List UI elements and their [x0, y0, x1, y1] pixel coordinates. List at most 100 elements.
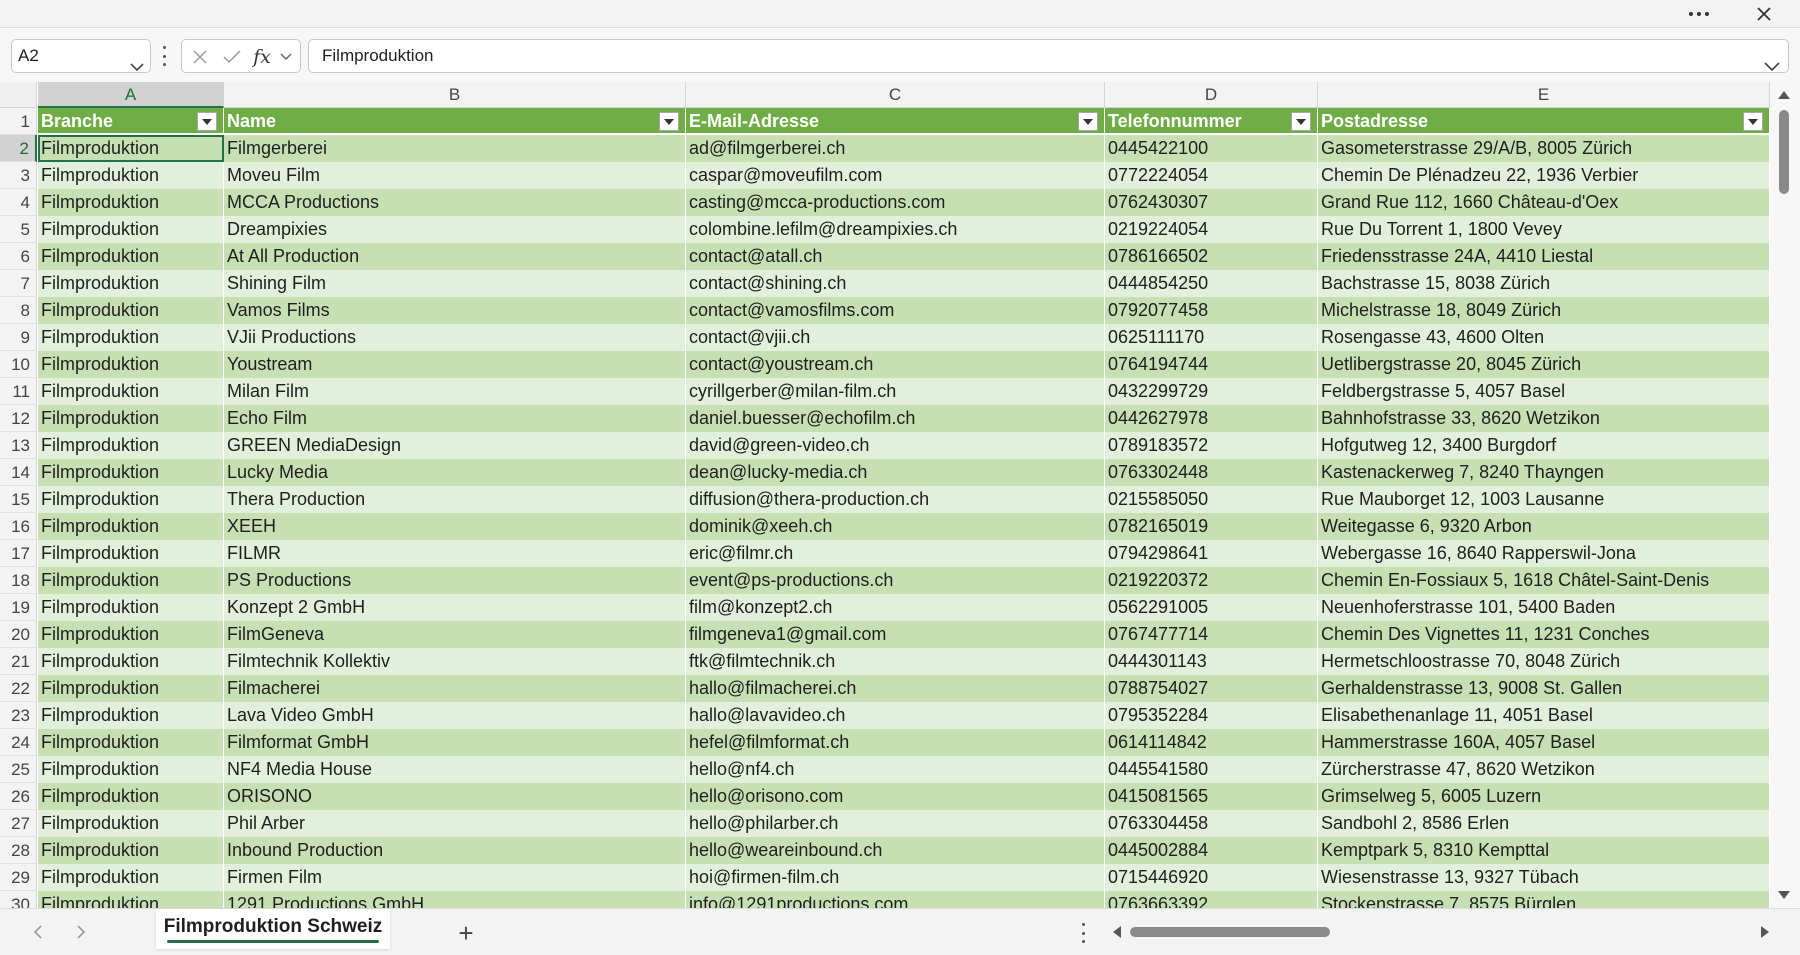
table-cell[interactable]: event@ps-productions.ch [686, 567, 1105, 594]
table-cell[interactable]: 1291 Productions GmbH [224, 891, 686, 908]
table-cell[interactable]: Filmproduktion [38, 702, 224, 729]
table-cell[interactable]: david@green-video.ch [686, 432, 1105, 459]
table-cell[interactable]: Filmproduktion [38, 432, 224, 459]
table-cell[interactable]: 0763302448 [1105, 459, 1318, 486]
table-cell[interactable]: Wiesenstrasse 13, 9327 Tübach [1318, 864, 1770, 891]
table-cell[interactable]: Kastenackerweg 7, 8240 Thayngen [1318, 459, 1770, 486]
worksheet-grid[interactable]: A B C D E 1 Branche Name E-Mail-Adresse Telefonnu… [0, 82, 1770, 908]
chevron-down-icon[interactable] [274, 46, 298, 68]
table-cell[interactable]: Filmgerberei [224, 135, 686, 162]
row-header[interactable]: 4 [0, 189, 37, 216]
column-header-a[interactable]: A [38, 82, 224, 108]
table-cell[interactable]: hello@weareinbound.ch [686, 837, 1105, 864]
row-header[interactable]: 1 [0, 108, 37, 135]
table-cell[interactable]: diffusion@thera-production.ch [686, 486, 1105, 513]
table-cell[interactable]: Neuenhoferstrasse 101, 5400 Baden [1318, 594, 1770, 621]
table-cell[interactable]: Filmproduktion [38, 810, 224, 837]
table-cell[interactable]: 0445541580 [1105, 756, 1318, 783]
table-cell[interactable]: Filmproduktion [38, 756, 224, 783]
table-cell[interactable]: 0219224054 [1105, 216, 1318, 243]
table-cell[interactable]: Grand Rue 112, 1660 Château-d'Oex [1318, 189, 1770, 216]
table-cell[interactable]: contact@vjii.ch [686, 324, 1105, 351]
scroll-left-icon[interactable] [1110, 925, 1124, 939]
row-header[interactable]: 25 [0, 756, 37, 783]
table-cell[interactable]: Rosengasse 43, 4600 Olten [1318, 324, 1770, 351]
table-header-cell[interactable]: Postadresse [1318, 108, 1770, 135]
table-cell[interactable]: Filmproduktion [38, 648, 224, 675]
table-cell[interactable]: Filmproduktion [38, 513, 224, 540]
table-cell[interactable]: dominik@xeeh.ch [686, 513, 1105, 540]
row-header[interactable]: 16 [0, 513, 37, 540]
table-cell[interactable]: 0788754027 [1105, 675, 1318, 702]
table-cell[interactable]: 0792077458 [1105, 297, 1318, 324]
more-vertical-icon[interactable] [160, 46, 168, 66]
table-cell[interactable]: XEEH [224, 513, 686, 540]
table-cell[interactable]: Youstream [224, 351, 686, 378]
table-cell[interactable]: Filmproduktion [38, 162, 224, 189]
table-cell[interactable]: 0763304458 [1105, 810, 1318, 837]
table-cell[interactable]: caspar@moveufilm.com [686, 162, 1105, 189]
table-cell[interactable]: info@1291productions.com [686, 891, 1105, 908]
row-header[interactable]: 10 [0, 351, 37, 378]
active-cell[interactable]: Filmproduktion [38, 135, 224, 162]
row-header[interactable]: 15 [0, 486, 37, 513]
table-cell[interactable]: Filmproduktion [38, 783, 224, 810]
table-cell[interactable]: hello@orisono.com [686, 783, 1105, 810]
table-cell[interactable]: contact@youstream.ch [686, 351, 1105, 378]
table-cell[interactable]: Friedensstrasse 24A, 4410 Liestal [1318, 243, 1770, 270]
more-horizontal-icon[interactable] [1684, 2, 1714, 26]
filter-dropdown-icon[interactable] [1078, 112, 1098, 131]
table-header-cell[interactable]: Name [224, 108, 686, 135]
table-cell[interactable]: 0445422100 [1105, 135, 1318, 162]
table-cell[interactable]: 0415081565 [1105, 783, 1318, 810]
table-cell[interactable]: 0219220372 [1105, 567, 1318, 594]
scroll-down-icon[interactable] [1777, 888, 1791, 902]
filter-dropdown-icon[interactable] [1743, 112, 1763, 131]
table-cell[interactable]: Filmproduktion [38, 270, 224, 297]
row-header[interactable]: 13 [0, 432, 37, 459]
row-header[interactable]: 8 [0, 297, 37, 324]
table-cell[interactable]: hello@nf4.ch [686, 756, 1105, 783]
table-cell[interactable]: 0625111170 [1105, 324, 1318, 351]
row-header[interactable]: 29 [0, 864, 37, 891]
scroll-right-icon[interactable] [1758, 925, 1772, 939]
filter-dropdown-icon[interactable] [659, 112, 679, 131]
scroll-up-icon[interactable] [1777, 88, 1791, 102]
chevron-down-icon[interactable] [130, 51, 144, 83]
table-cell[interactable]: Filmproduktion [38, 567, 224, 594]
table-cell[interactable]: 0764194744 [1105, 351, 1318, 378]
table-cell[interactable]: 0432299729 [1105, 378, 1318, 405]
table-cell[interactable]: FilmGeneva [224, 621, 686, 648]
table-cell[interactable]: Filmproduktion [38, 675, 224, 702]
table-cell[interactable]: Webergasse 16, 8640 Rapperswil-Jona [1318, 540, 1770, 567]
checkmark-icon[interactable] [220, 46, 244, 68]
table-cell[interactable]: hallo@lavavideo.ch [686, 702, 1105, 729]
row-header[interactable]: 21 [0, 648, 37, 675]
table-cell[interactable]: Lucky Media [224, 459, 686, 486]
table-cell[interactable]: Filmproduktion [38, 621, 224, 648]
row-header[interactable]: 19 [0, 594, 37, 621]
table-cell[interactable]: film@konzept2.ch [686, 594, 1105, 621]
table-cell[interactable]: 0789183572 [1105, 432, 1318, 459]
x-icon[interactable] [188, 46, 212, 68]
table-cell[interactable]: Rue Mauborget 12, 1003 Lausanne [1318, 486, 1770, 513]
table-cell[interactable]: Filmproduktion [38, 324, 224, 351]
table-cell[interactable]: 0772224054 [1105, 162, 1318, 189]
table-cell[interactable]: contact@vamosfilms.com [686, 297, 1105, 324]
table-cell[interactable]: At All Production [224, 243, 686, 270]
table-cell[interactable]: FILMR [224, 540, 686, 567]
table-cell[interactable]: Filmproduktion [38, 729, 224, 756]
table-cell[interactable]: GREEN MediaDesign [224, 432, 686, 459]
table-cell[interactable]: Michelstrasse 18, 8049 Zürich [1318, 297, 1770, 324]
table-cell[interactable]: Filmproduktion [38, 405, 224, 432]
table-cell[interactable]: Filmacherei [224, 675, 686, 702]
table-cell[interactable]: 0715446920 [1105, 864, 1318, 891]
add-sheet-button[interactable]: + [452, 918, 480, 948]
table-cell[interactable]: Lava Video GmbH [224, 702, 686, 729]
column-header-b[interactable]: B [224, 82, 686, 108]
table-cell[interactable]: hefel@filmformat.ch [686, 729, 1105, 756]
table-cell[interactable]: Gerhaldenstrasse 13, 9008 St. Gallen [1318, 675, 1770, 702]
table-cell[interactable]: Filmproduktion [38, 864, 224, 891]
select-all-corner[interactable] [0, 82, 37, 108]
table-cell[interactable]: 0444854250 [1105, 270, 1318, 297]
